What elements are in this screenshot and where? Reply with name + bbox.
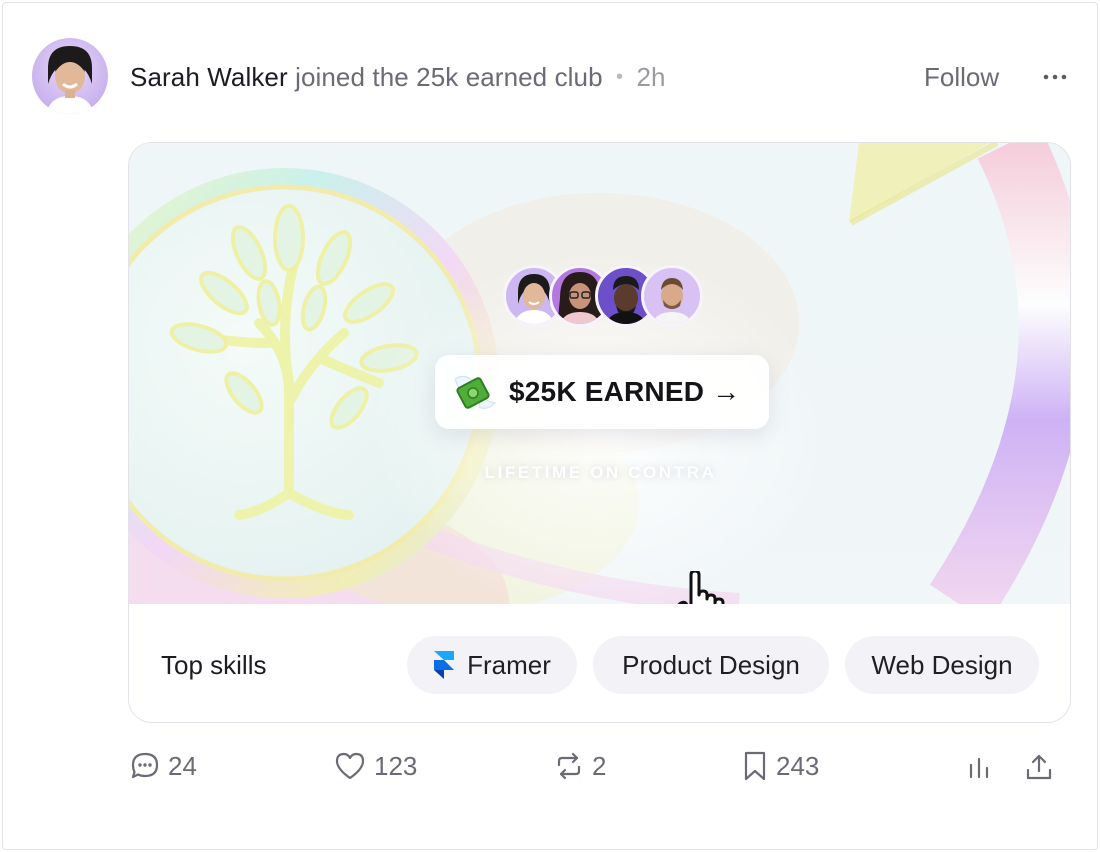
skill-chip-label: Web Design	[871, 649, 1013, 680]
skill-chip-label: Product Design	[622, 649, 800, 680]
card-hero: $25K EARNED → LIFETIME ON CONTRA	[129, 143, 1070, 604]
post-action-text: joined the 25k earned club	[295, 62, 603, 92]
author-name[interactable]: Sarah Walker	[130, 62, 288, 92]
separator-dot: •	[616, 66, 624, 88]
bar-chart-icon	[969, 757, 989, 779]
skill-chip-web-design[interactable]: Web Design	[845, 636, 1039, 694]
like-button[interactable]: 123	[334, 748, 417, 784]
author-avatar-image	[46, 46, 94, 114]
repost-count: 2	[592, 750, 607, 781]
bookmark-count: 243	[776, 750, 820, 781]
like-count: 123	[374, 750, 418, 781]
framer-icon	[434, 651, 455, 679]
top-skills-row: Top skills Framer Product Design Web Des…	[129, 604, 1070, 722]
more-horizontal-icon	[1043, 74, 1067, 80]
hand-pointer-cursor-icon	[677, 571, 725, 604]
earned-badge-link[interactable]: $25K EARNED →	[435, 355, 769, 429]
comment-count: 24	[168, 750, 197, 781]
author-avatar[interactable]	[32, 38, 108, 114]
lifetime-subtitle: LIFETIME ON CONTRA	[484, 463, 717, 482]
heart-icon	[335, 752, 365, 780]
money-with-wings-icon	[454, 375, 496, 409]
repost-icon	[557, 752, 581, 780]
comment-icon	[131, 752, 159, 779]
bookmark-button[interactable]: 243	[742, 748, 819, 784]
share-upload-icon	[1026, 754, 1052, 780]
post-headline: Sarah Walker joined the 25k earned club …	[130, 60, 666, 94]
earned-label: $25K EARNED →	[509, 376, 741, 407]
skill-chip-product-design[interactable]: Product Design	[593, 636, 829, 694]
skill-chip-label: Framer	[467, 649, 551, 680]
skill-chip-framer[interactable]: Framer	[407, 636, 577, 694]
earner-avatar	[641, 265, 703, 327]
follow-button[interactable]: Follow	[924, 60, 999, 94]
comment-button[interactable]: 24	[130, 748, 197, 784]
bookmark-icon	[744, 751, 766, 781]
earners-avatar-stack	[503, 265, 703, 327]
earned-club-card[interactable]: $25K EARNED → LIFETIME ON CONTRA Top ski…	[128, 142, 1071, 723]
post-timestamp: 2h	[636, 62, 666, 92]
analytics-button[interactable]	[962, 750, 996, 784]
top-skills-title: Top skills	[161, 650, 267, 680]
more-options-button[interactable]	[1040, 62, 1070, 92]
repost-button[interactable]: 2	[554, 748, 606, 784]
share-button[interactable]	[1022, 750, 1056, 784]
